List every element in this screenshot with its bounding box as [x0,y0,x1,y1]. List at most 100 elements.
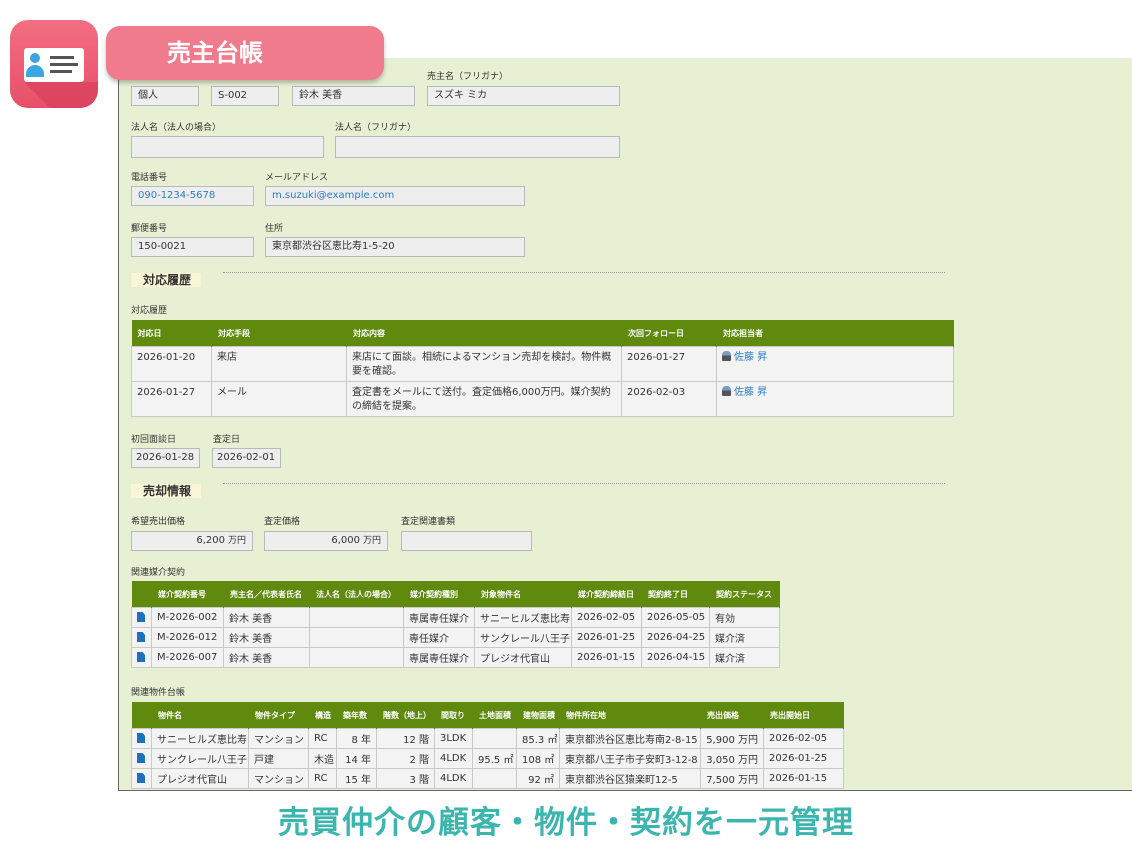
table-row[interactable]: M-2026-002 鈴木 美香 専属専任媒介 サニーヒルズ恵比寿 2026-0… [131,607,780,628]
properties-header[interactable]: 売出価格 [700,702,764,729]
contract-cell: 媒介済 [709,627,780,648]
history-header[interactable]: 対応担当者 [716,320,954,347]
address-label: 住所 [265,224,284,234]
property-cell: 3LDK [434,728,473,749]
contracts-header[interactable]: 媒介契約種別 [403,581,475,608]
desired-price-field[interactable]: 6,200 万円 [131,531,253,551]
contracts-header[interactable]: 法人名（法人の場合） [309,581,404,608]
email-field[interactable]: m.suzuki@example.com [265,186,525,206]
appraisal-date-field[interactable]: 2026-02-01 [212,448,281,468]
table-row[interactable]: 2026-01-27 メール 査定書をメールにて送付。査定価格6,000万円。媒… [131,381,954,417]
property-cell: 92 ㎡ [516,768,560,789]
properties-header[interactable]: 間取り [434,702,473,729]
document-icon[interactable] [137,612,145,622]
properties-header[interactable]: 階数（地上） [376,702,435,729]
contract-cell: 2026-01-25 [571,627,642,648]
appraisal-price-field[interactable]: 6,000 万円 [264,531,388,551]
table-row[interactable]: 2026-01-20 来店 来店にて面談。相続によるマンション売却を検討。物件概… [131,346,954,382]
phone-field[interactable]: 090-1234-5678 [131,186,254,206]
properties-header[interactable]: 物件所在地 [559,702,701,729]
contracts-header[interactable]: 契約ステータス [709,581,780,608]
contract-cell: 有効 [709,607,780,628]
document-icon[interactable] [137,733,145,743]
seller-type-field[interactable]: 個人 [131,86,199,106]
history-cell: 来店 [211,346,347,382]
appraisal-docs-label: 査定関連書類 [401,517,456,527]
property-cell: 108 ㎡ [516,748,560,769]
staff-link[interactable]: 佐藤 昇 [734,352,767,363]
contracts-header[interactable]: 売主名／代表者氏名 [223,581,310,608]
contracts-header[interactable]: 契約終了日 [641,581,710,608]
table-row[interactable]: M-2026-007 鈴木 美香 専属専任媒介 プレジオ代官山 2026-01-… [131,647,780,668]
history-header[interactable]: 次回フォロー日 [621,320,717,347]
contracts-header[interactable]: 媒介契約締結日 [571,581,642,608]
history-section-heading: 対応履歴 [131,273,202,287]
seller-name-field[interactable]: 鈴木 美香 [292,86,415,106]
table-row[interactable]: プレジオ代官山 マンション RC 15 年 3 階 4LDK 92 ㎡ 東京都渋… [131,768,844,789]
document-icon[interactable] [137,632,145,642]
doc-link-cell[interactable] [131,748,152,769]
property-cell [472,728,517,749]
corp-kana-field[interactable] [335,136,620,158]
table-row[interactable]: サンクレール八王子 戸建 木造 14 年 2 階 4LDK 95.5 ㎡ 108… [131,748,844,769]
property-cell: サニーヒルズ恵比寿 [151,728,249,749]
appraisal-docs-field[interactable] [401,531,532,551]
address-field[interactable]: 東京都渋谷区恵比寿1-5-20 [265,237,525,257]
zip-field[interactable]: 150-0021 [131,237,254,257]
properties-header[interactable]: 築年数 [336,702,377,729]
kana-label: 売主名（フリガナ） [427,72,509,82]
contract-cell: サニーヒルズ恵比寿 [474,607,572,628]
staff-link[interactable]: 佐藤 昇 [734,387,767,398]
properties-header[interactable]: 構造 [308,702,337,729]
property-cell: マンション [248,768,309,789]
property-cell: RC [308,768,337,789]
doc-link-cell[interactable] [131,647,152,668]
properties-icon-header [131,702,152,729]
property-cell: 東京都渋谷区恵比寿南2-8-15 [559,728,701,749]
doc-link-cell[interactable] [131,728,152,749]
contracts-header[interactable]: 対象物件名 [474,581,572,608]
zip-label: 郵便番号 [131,224,168,234]
table-row[interactable]: M-2026-012 鈴木 美香 専任媒介 サンクレール八王子 2026-01-… [131,627,780,648]
seller-kana-field[interactable]: スズキ ミカ [427,86,620,106]
table-row[interactable]: サニーヒルズ恵比寿 マンション RC 8 年 12 階 3LDK 85.3 ㎡ … [131,728,844,749]
properties-header[interactable]: 物件名 [151,702,249,729]
properties-label: 関連物件台帳 [131,688,186,698]
contracts-header[interactable]: 媒介契約番号 [151,581,224,608]
contracts-icon-header [131,581,152,608]
contract-cell: 2026-02-05 [571,607,642,628]
history-staff-cell[interactable]: 佐藤 昇 [716,381,954,417]
seller-id-field[interactable]: S-002 [211,86,279,106]
properties-table: 物件名 物件タイプ 構造 築年数 階数（地上） 間取り 土地面積 建物面積 物件… [131,702,844,789]
doc-link-cell[interactable] [131,607,152,628]
property-cell: 3,050 万円 [700,748,764,769]
document-icon[interactable] [137,773,145,783]
history-cell: 査定書をメールにて送付。査定価格6,000万円。媒介契約の締結を提案。 [346,381,622,417]
appraisal-date-label: 査定日 [213,435,241,445]
first-meeting-field[interactable]: 2026-01-28 [131,448,200,468]
corp-name-field[interactable] [131,136,324,158]
history-header[interactable]: 対応日 [131,320,212,347]
page-title-tab[interactable]: 売主台帳 [106,26,384,80]
phone-label: 電話番号 [131,173,168,183]
properties-header[interactable]: 建物面積 [516,702,560,729]
doc-link-cell[interactable] [131,627,152,648]
properties-header[interactable]: 物件タイプ [248,702,309,729]
staff-icon [722,386,731,396]
history-staff-cell[interactable]: 佐藤 昇 [716,346,954,382]
property-cell: 2 階 [376,748,435,769]
contract-cell: M-2026-007 [151,647,224,668]
first-meeting-label: 初回面談日 [131,435,177,445]
document-icon[interactable] [137,652,145,662]
contracts-label: 関連媒介契約 [131,568,186,578]
history-header[interactable]: 対応内容 [346,320,622,347]
history-header[interactable]: 対応手段 [211,320,347,347]
section-divider [223,272,945,273]
properties-header[interactable]: 売出開始日 [763,702,844,729]
property-cell: 2026-01-15 [763,768,844,789]
corp-kana-label: 法人名（フリガナ） [335,123,417,133]
doc-link-cell[interactable] [131,768,152,789]
document-icon[interactable] [137,753,145,763]
contract-cell [309,647,404,668]
properties-header[interactable]: 土地面積 [472,702,517,729]
